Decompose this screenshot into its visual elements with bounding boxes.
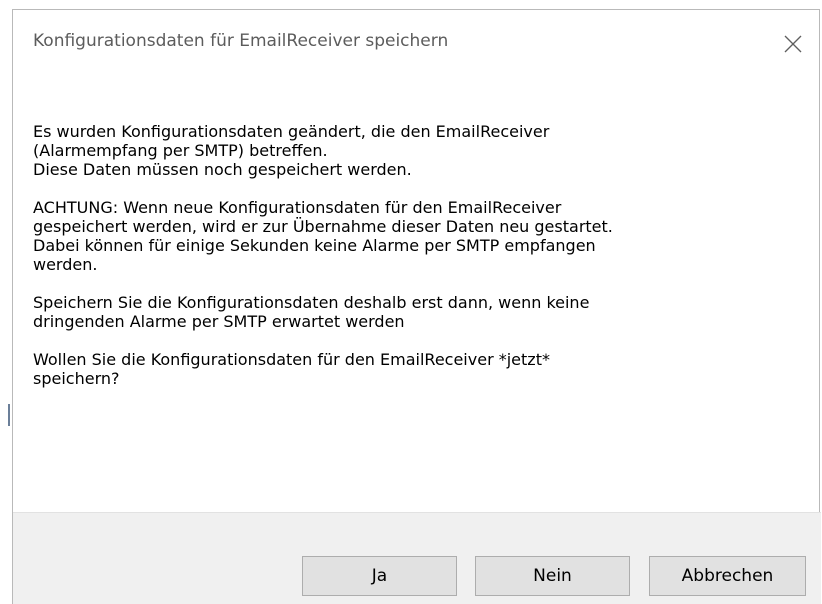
message-paragraph-warning: ACHTUNG: Wenn neue Konfigurationsdaten f… — [33, 198, 613, 274]
cancel-button[interactable]: Abbrechen — [649, 556, 806, 596]
dialog-message: Es wurden Konfigurationsdaten geändert, … — [33, 122, 793, 407]
background-window-strip — [0, 0, 822, 9]
message-paragraph-changed: Es wurden Konfigurationsdaten geändert, … — [33, 122, 550, 179]
background-edge-marker — [8, 404, 10, 426]
dialog-title: Konfigurationsdaten für EmailReceiver sp… — [33, 31, 449, 51]
close-button[interactable] — [773, 24, 813, 64]
background-window-edge — [0, 9, 12, 604]
dialog-titlebar: Konfigurationsdaten für EmailReceiver sp… — [13, 10, 821, 76]
no-button[interactable]: Nein — [475, 556, 630, 596]
message-paragraph-question: Wollen Sie die Konfigurationsdaten für d… — [33, 350, 550, 388]
dialog-button-bar: Ja Nein Abbrechen — [13, 512, 821, 604]
save-config-dialog: Konfigurationsdaten für EmailReceiver sp… — [12, 9, 821, 604]
message-paragraph-advice: Speichern Sie die Konfigurationsdaten de… — [33, 293, 590, 331]
yes-button[interactable]: Ja — [302, 556, 457, 596]
close-icon — [784, 35, 802, 53]
